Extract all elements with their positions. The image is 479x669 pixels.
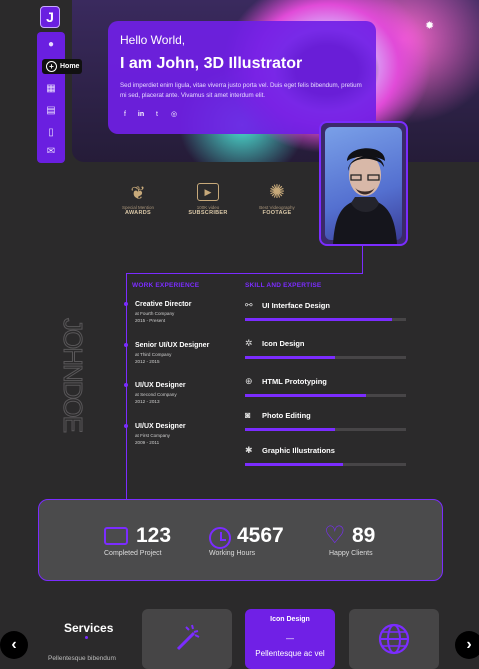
chat-icon[interactable]: ▤ (46, 106, 56, 116)
skill-bar (245, 463, 406, 466)
services-dot (85, 636, 88, 639)
headline: I am John, 3D Illustrator (120, 55, 303, 72)
service-card-magic[interactable] (142, 609, 232, 669)
stats-panel: 123 Completed Project 4567 Working Hours… (38, 499, 443, 581)
profile-photo (319, 121, 408, 246)
job-company: at Fourth Company (135, 311, 175, 316)
services-title: Services (64, 621, 114, 635)
gear-icon[interactable]: ✹ (425, 19, 434, 32)
timeline-connector (362, 246, 363, 274)
intro-text: Sed imperdiet enim ligula, vitae viverra… (120, 82, 362, 99)
chevron-left-icon[interactable]: ‹ (0, 631, 28, 659)
facebook-icon[interactable]: f (121, 111, 129, 119)
timeline-dot (124, 302, 128, 306)
twitter-icon[interactable]: t (153, 111, 161, 119)
home-tooltip[interactable]: + Home (42, 59, 82, 74)
intro-card: Hello World, I am John, 3D Illustrator S… (108, 21, 376, 134)
aperture-icon: ✲ (245, 338, 253, 348)
job-dates: 2012 - 2015 (135, 359, 160, 364)
stat-label: Working Hours (209, 550, 256, 557)
play-icon: ▶ (183, 181, 233, 205)
sidebar (37, 32, 65, 163)
skill-bar (245, 356, 406, 359)
award-play: ▶ 100K video SUBSCRIBER (183, 181, 233, 216)
clock-icon (209, 527, 231, 549)
skill-bar (245, 428, 406, 431)
vertical-name: JOHNDOE (58, 318, 89, 432)
service-card-divider: — (286, 634, 294, 643)
job-company: at Second Company (135, 392, 177, 397)
job-item: UI/UX Designer at Second Company 2012 - … (135, 382, 186, 404)
award-laurel: ❦ Special Mention AWARDS (116, 181, 160, 216)
greeting: Hello World, (120, 33, 186, 47)
timeline-dot (124, 343, 128, 347)
skill-bar-fill (245, 318, 392, 321)
chevron-right-icon[interactable]: › (455, 631, 479, 659)
skill-name: Graphic Illustrations (262, 446, 335, 455)
laurel-icon: ❦ (130, 183, 146, 203)
magic-wand-icon (142, 623, 232, 660)
instagram-icon[interactable]: ◎ (170, 111, 178, 119)
person-image (333, 148, 397, 244)
linkedin-icon[interactable]: in (137, 111, 145, 119)
timeline-dot (124, 383, 128, 387)
grid-icon[interactable]: ▦ (46, 84, 56, 94)
stat-value: 123 (136, 524, 172, 547)
job-dates: 2015 - Present (135, 318, 166, 323)
logo[interactable]: J (40, 6, 60, 28)
globe-icon (349, 623, 439, 662)
user-icon[interactable]: ● (46, 40, 56, 50)
sparkle-icon: ✱ (245, 445, 253, 455)
skills-title: SKILL AND EXPERTISE (245, 282, 322, 289)
stat-label: Happy Clients (329, 550, 373, 557)
globe-icon: ⊕ (245, 376, 253, 386)
job-title: UI/UX Designer (135, 382, 186, 389)
skill-bar-fill (245, 394, 366, 397)
skill-bar (245, 394, 406, 397)
service-card-globe[interactable] (349, 609, 439, 669)
services-subtitle: Pellentesque bibendum (48, 655, 116, 662)
work-experience-title: WORK EXPERIENCE (132, 282, 200, 289)
service-card-title: Icon Design (270, 616, 310, 623)
job-dates: 2012 - 2013 (135, 399, 160, 404)
award-large: SUBSCRIBER (188, 210, 228, 216)
skill-bar-fill (245, 463, 344, 466)
home-icon: + (46, 61, 57, 72)
service-card-icon-design[interactable]: Icon Design — Pellentesque ac vel (245, 609, 335, 669)
briefcase-icon (104, 527, 128, 545)
tooltip-label: Home (60, 63, 80, 70)
skill-bar-fill (245, 428, 336, 431)
job-item: Creative Director at Fourth Company 2015… (135, 301, 191, 323)
skill-name: Photo Editing (262, 411, 311, 420)
job-title: Senior UI/UX Designer (135, 342, 210, 349)
job-title: Creative Director (135, 301, 192, 308)
job-title: UI/UX Designer (135, 423, 186, 430)
job-item: UI/UX Designer at First Company 2009 - 2… (135, 423, 186, 445)
job-company: at Third Company (135, 352, 172, 357)
timeline-connector (126, 273, 363, 274)
skill-name: Icon Design (262, 339, 305, 348)
heart-icon: ♡ (324, 522, 346, 549)
stat-label: Completed Project (104, 550, 162, 557)
timeline-dot (124, 424, 128, 428)
award-large: AWARDS (125, 210, 151, 216)
camera-icon: ◙ (245, 410, 251, 420)
award-large: FOOTAGE (262, 210, 292, 216)
layers-icon: ⚯ (245, 300, 253, 310)
job-company: at First Company (135, 433, 170, 438)
skill-bar (245, 318, 406, 321)
mail-icon[interactable]: ✉ (46, 147, 56, 157)
skill-name: HTML Prototyping (262, 377, 327, 386)
sparkle-icon: ✺ (269, 182, 285, 203)
skill-bar-fill (245, 356, 336, 359)
stat-value: 89 (352, 524, 376, 547)
document-icon[interactable]: ▯ (46, 128, 56, 138)
skill-name: UI Interface Design (262, 301, 330, 310)
service-card-text: Pellentesque ac vel (255, 649, 325, 658)
award-sparkle: ✺ Best Videography FOOTAGE (252, 181, 302, 216)
job-item: Senior UI/UX Designer at Third Company 2… (135, 342, 209, 364)
job-dates: 2009 - 2011 (135, 440, 160, 445)
stat-value: 4567 (237, 524, 284, 547)
